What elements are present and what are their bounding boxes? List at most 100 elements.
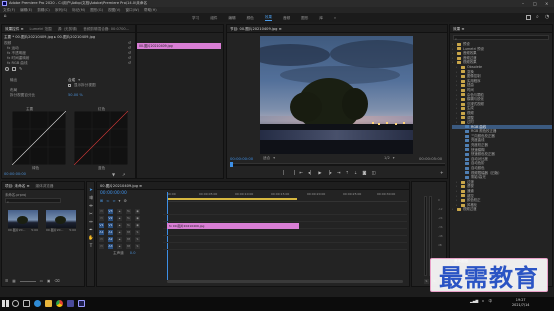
export-frame-icon[interactable]: ↗ — [122, 172, 125, 177]
mute-icon[interactable]: M — [126, 237, 131, 242]
selection-tool-icon[interactable]: ➤ — [89, 188, 93, 193]
lock-icon[interactable]: 🔒︎ — [117, 209, 122, 214]
eye-icon[interactable]: ◉ — [135, 216, 140, 221]
reset-icon[interactable]: ↺ — [128, 61, 134, 66]
mark-out-icon[interactable]: ▕ — [291, 170, 294, 175]
new-bin-icon[interactable]: ▭ — [40, 279, 43, 284]
play-icon[interactable]: ▶ — [318, 170, 321, 175]
lock-icon[interactable]: 🔒︎ — [117, 223, 122, 228]
export-icon[interactable] — [526, 15, 531, 20]
workspace-learn[interactable]: 学习 — [192, 16, 199, 21]
sync-icon[interactable]: ⇆ — [126, 216, 131, 221]
clock-date[interactable]: 2021/7/14 — [512, 303, 529, 308]
solo-icon[interactable]: S — [135, 230, 140, 235]
solo-icon[interactable]: S — [135, 244, 140, 249]
mask-rect-icon[interactable] — [12, 66, 16, 71]
task-view-icon[interactable] — [23, 300, 30, 307]
track-header-a2[interactable]: ▭ A2 🔒︎ M S — [99, 236, 163, 243]
workspace-effects[interactable]: 效果 — [264, 15, 272, 21]
store-icon[interactable] — [67, 300, 74, 307]
workspace-audio[interactable]: 音频 — [283, 16, 290, 21]
ec-clip-bar[interactable]: 00.图片20210409.jpg — [137, 43, 221, 49]
tab-effects[interactable]: 效果 ≡ — [453, 26, 464, 31]
filter-icon[interactable]: ▼ — [112, 172, 115, 177]
solo-icon[interactable]: S — [135, 237, 140, 242]
list-view-icon[interactable]: ☰ — [5, 279, 8, 284]
track-target-icon[interactable]: ▭ — [99, 216, 104, 221]
settings-icon[interactable]: ⚙ — [123, 198, 126, 203]
track-header-v2[interactable]: ▭ V2 🔒︎ ⇆ ◉ — [99, 215, 163, 222]
search-icon[interactable]: ⌕ — [536, 14, 539, 20]
mute-icon[interactable]: M — [126, 244, 131, 249]
tab-media-browser[interactable]: 媒体浏览器 — [35, 183, 53, 188]
tab-lumetri-scopes[interactable]: Lumetri 范围 — [30, 26, 52, 31]
menu-sequence[interactable]: 序列(S) — [55, 8, 67, 13]
track-target-icon[interactable]: ▭ — [99, 244, 104, 249]
tab-program[interactable]: 节目: 00.图片20210409.jpg ≡ — [230, 26, 282, 31]
edge-icon[interactable] — [34, 300, 41, 307]
add-button-icon[interactable]: + — [440, 170, 444, 175]
track-id[interactable]: V1 — [108, 223, 113, 228]
menu-marker[interactable]: 标记(M) — [72, 8, 85, 13]
workspace-editing[interactable]: 编辑 — [228, 16, 235, 21]
track-id[interactable]: V2 — [108, 216, 113, 221]
chrome-icon[interactable] — [56, 300, 63, 307]
timeline-timecode[interactable]: 00:00:00:00 — [100, 191, 127, 196]
chevron-right-icon[interactable]: › — [456, 203, 459, 208]
lock-icon[interactable]: 🔒︎ — [117, 237, 122, 242]
workspace-libraries[interactable]: 库 — [319, 16, 323, 21]
curve-master-graph[interactable] — [12, 111, 66, 165]
lock-icon[interactable]: 🔒︎ — [117, 244, 122, 249]
track-header-a3[interactable]: ▭ A3 🔒︎ M S — [99, 243, 163, 250]
linked-selection-icon[interactable]: ∞ — [112, 198, 115, 203]
hand-tool-icon[interactable]: ✋ — [88, 236, 93, 241]
workspace-color[interactable]: 颜色 — [247, 16, 254, 21]
playhead-icon[interactable] — [230, 162, 233, 167]
program-scrub-bar[interactable] — [230, 162, 445, 167]
track-header-a1[interactable]: A1 A1 🔒︎ M S — [99, 229, 163, 236]
track-id[interactable]: A2 — [108, 237, 113, 242]
eye-icon[interactable]: ◉ — [135, 223, 140, 228]
chevron-right-icon[interactable]: › — [452, 60, 455, 65]
close-button[interactable]: × — [545, 0, 548, 7]
tab-project[interactable]: 项目: 未命名 ≡ — [5, 183, 29, 188]
compare-icon[interactable]: ◫ — [372, 170, 376, 175]
menu-window[interactable]: 窗口(W) — [125, 8, 139, 13]
tab-effect-controls[interactable]: 效果控件 ≡ — [5, 26, 24, 31]
sync-icon[interactable]: ⇆ — [126, 209, 131, 214]
new-item-icon[interactable]: ▣ — [47, 279, 50, 284]
menu-file[interactable]: 文件(F) — [3, 8, 15, 13]
timeline-scrollbar[interactable] — [167, 280, 403, 283]
workspace-graphics[interactable]: 图形 — [301, 16, 308, 21]
export-frame-icon[interactable]: ◙ — [362, 170, 366, 175]
effect-controls-timecode[interactable]: 00:00:00:00 — [4, 172, 26, 176]
minimize-button[interactable]: – — [522, 0, 524, 7]
search-icon[interactable] — [12, 300, 19, 307]
track-id[interactable]: A1 — [108, 230, 113, 235]
ime-indicator[interactable]: 中 — [488, 299, 492, 304]
fit-select[interactable]: 适合 — [263, 156, 270, 161]
track-id[interactable]: V3 — [108, 209, 113, 214]
track-select-tool-icon[interactable]: ⇶ — [89, 196, 93, 201]
resolution-select[interactable]: 1/2 — [384, 156, 390, 161]
timeline-clip[interactable]: fx 00.图片20210409.jpg — [167, 223, 299, 229]
razor-tool-icon[interactable]: ✂ — [89, 212, 93, 217]
mask-pen-icon[interactable]: ✎ — [19, 66, 22, 71]
eye-icon[interactable]: ◉ — [135, 209, 140, 214]
pen-tool-icon[interactable]: ✒ — [89, 228, 93, 233]
notification-icon[interactable]: ◔ — [545, 14, 549, 20]
sync-icon[interactable]: ⇆ — [126, 223, 131, 228]
mask-ellipse-icon[interactable] — [5, 66, 9, 71]
solo-icon[interactable]: S — [424, 279, 429, 284]
extract-icon[interactable]: ⇣ — [354, 170, 358, 175]
split-percent-value[interactable]: 50.00 % — [68, 93, 83, 98]
more-workspaces-icon[interactable]: » — [334, 16, 336, 21]
lift-icon[interactable]: ⇡ — [345, 170, 349, 175]
menu-graphics[interactable]: 图形(G) — [90, 8, 103, 13]
file-explorer-icon[interactable] — [45, 300, 52, 307]
snap-icon[interactable]: ⊂ — [106, 198, 109, 203]
program-timecode-left[interactable]: 00:00:00:00 — [230, 156, 253, 161]
lock-icon[interactable]: 🔒︎ — [117, 230, 122, 235]
mute-icon[interactable]: M — [126, 230, 131, 235]
network-icon[interactable]: ▂▄▆ — [470, 299, 478, 304]
